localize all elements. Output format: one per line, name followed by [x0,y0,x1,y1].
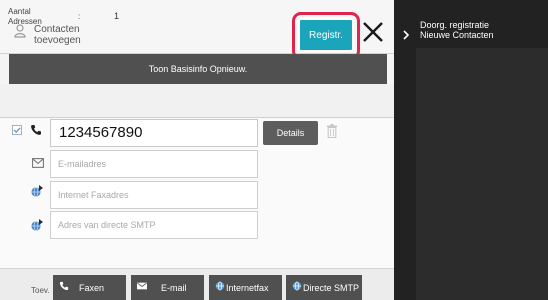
add-direct-smtp-button[interactable]: Directe SMTP [286,275,362,300]
page-title-line2: toevoegen [34,35,81,46]
mail-icon [137,282,147,290]
address-count-row [0,84,394,118]
email-field[interactable]: E-mailadres [50,150,258,178]
add-email-button[interactable]: E-mail [131,275,204,300]
details-button[interactable]: Details [263,121,318,145]
chevron-right-icon[interactable] [402,30,410,40]
add-direct-smtp-label: Directe SMTP [303,283,360,293]
phone-icon [31,125,41,135]
fax-number-input[interactable]: 1234567890 [50,119,258,147]
add-email-label: E-mail [161,283,187,293]
register-button[interactable]: Registr. [298,18,354,52]
user-icon [14,24,26,38]
show-basic-info-button[interactable]: Toon Basisinfo Opnieuw. [9,54,387,84]
address-count-value: 1 [114,11,120,21]
globe-icon [292,281,302,291]
address-count-label-line1: Aantal [8,7,31,16]
add-internet-fax-label: Internetfax [226,283,269,293]
add-fax-label: Faxen [79,283,105,293]
address-count-separator: : [78,12,81,21]
add-internet-fax-button[interactable]: Internetfax [209,275,282,300]
mail-icon [32,158,44,168]
phone-icon [59,281,69,291]
side-task-title-line2[interactable]: Nieuwe Contacten [420,30,494,40]
globe-icon [215,281,225,291]
close-icon[interactable] [360,19,386,45]
trash-icon[interactable] [327,124,337,138]
internet-fax-icon [31,185,43,197]
direct-smtp-field[interactable]: Adres van directe SMTP [50,211,258,239]
add-label: Toev. [31,286,50,295]
side-content-panel [416,48,548,300]
checkbox-icon[interactable] [12,125,22,135]
side-task-title-line1[interactable]: Doorg. registratie [420,20,489,30]
add-fax-button[interactable]: Faxen [53,275,126,300]
address-count-label-line2: Adressen [8,17,42,26]
smtp-globe-icon [31,219,43,231]
internet-fax-field[interactable]: Internet Faxadres [50,181,258,209]
